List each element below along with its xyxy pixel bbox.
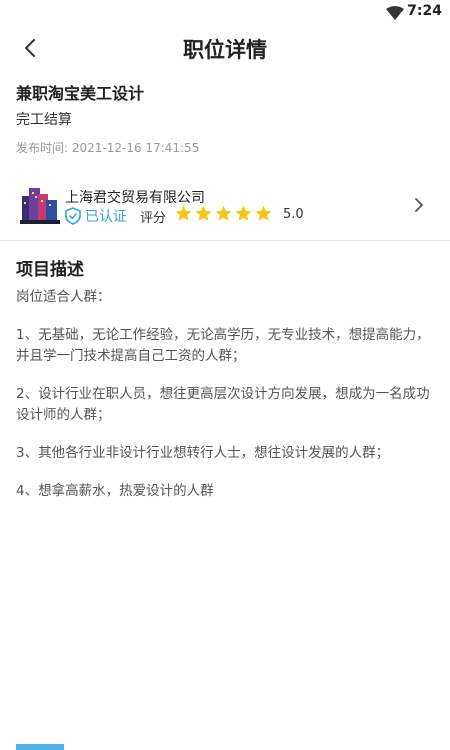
- section-title-project: 项目描述: [16, 260, 84, 280]
- wifi-icon: [386, 5, 404, 24]
- rating-stars: [174, 204, 274, 223]
- desc-paragraph: 3、其他各行业非设计行业想转行人士，想往设计发展的人群；: [16, 445, 390, 461]
- shield-check-icon: [65, 207, 81, 225]
- publish-label: 发布时间:: [16, 141, 69, 155]
- project-description: 岗位适合人群： 1、无基础，无论工作经验，无论高学历，无专业技术，想提高能力，并…: [16, 287, 436, 519]
- job-title: 兼职淘宝美工设计: [16, 84, 145, 103]
- desc-paragraph: 岗位适合人群：: [16, 289, 111, 305]
- desc-paragraph: 4、想拿高薪水，热爱设计的人群: [16, 483, 214, 499]
- star-icon: [255, 205, 272, 221]
- publish-value: 2021-12-16 17:41:55: [71, 141, 200, 155]
- rating-label: 评分: [140, 211, 167, 226]
- status-bar: 7:24: [0, 0, 450, 24]
- chevron-right-icon: [415, 198, 423, 212]
- desc-paragraph: 2、设计行业在职人员，想往更高层次设计方向发展，想成为一名成功设计师的人群；: [16, 386, 430, 423]
- bottom-button-partial[interactable]: [16, 744, 64, 750]
- header: 职位详情: [0, 24, 450, 72]
- status-time: 7:24: [407, 3, 442, 19]
- star-icon: [195, 205, 212, 221]
- star-icon: [235, 205, 252, 221]
- company-logo: [20, 184, 60, 224]
- verified-badge: 已认证: [65, 206, 127, 226]
- page-title: 职位详情: [183, 38, 267, 62]
- desc-paragraph: 1、无基础，无论工作经验，无论高学历，无专业技术，想提高能力，并且学一门技术提高…: [16, 327, 430, 364]
- verified-label: 已认证: [85, 209, 127, 225]
- star-icon: [215, 205, 232, 221]
- job-settlement: 完工结算: [16, 112, 72, 128]
- divider: [0, 240, 450, 241]
- star-icon: [175, 205, 192, 221]
- publish-time: 发布时间: 2021-12-16 17:41:55: [16, 139, 199, 156]
- rating-value: 5.0: [283, 207, 304, 222]
- company-card[interactable]: 上海君交贸易有限公司 已认证 评分 5.0: [0, 178, 450, 234]
